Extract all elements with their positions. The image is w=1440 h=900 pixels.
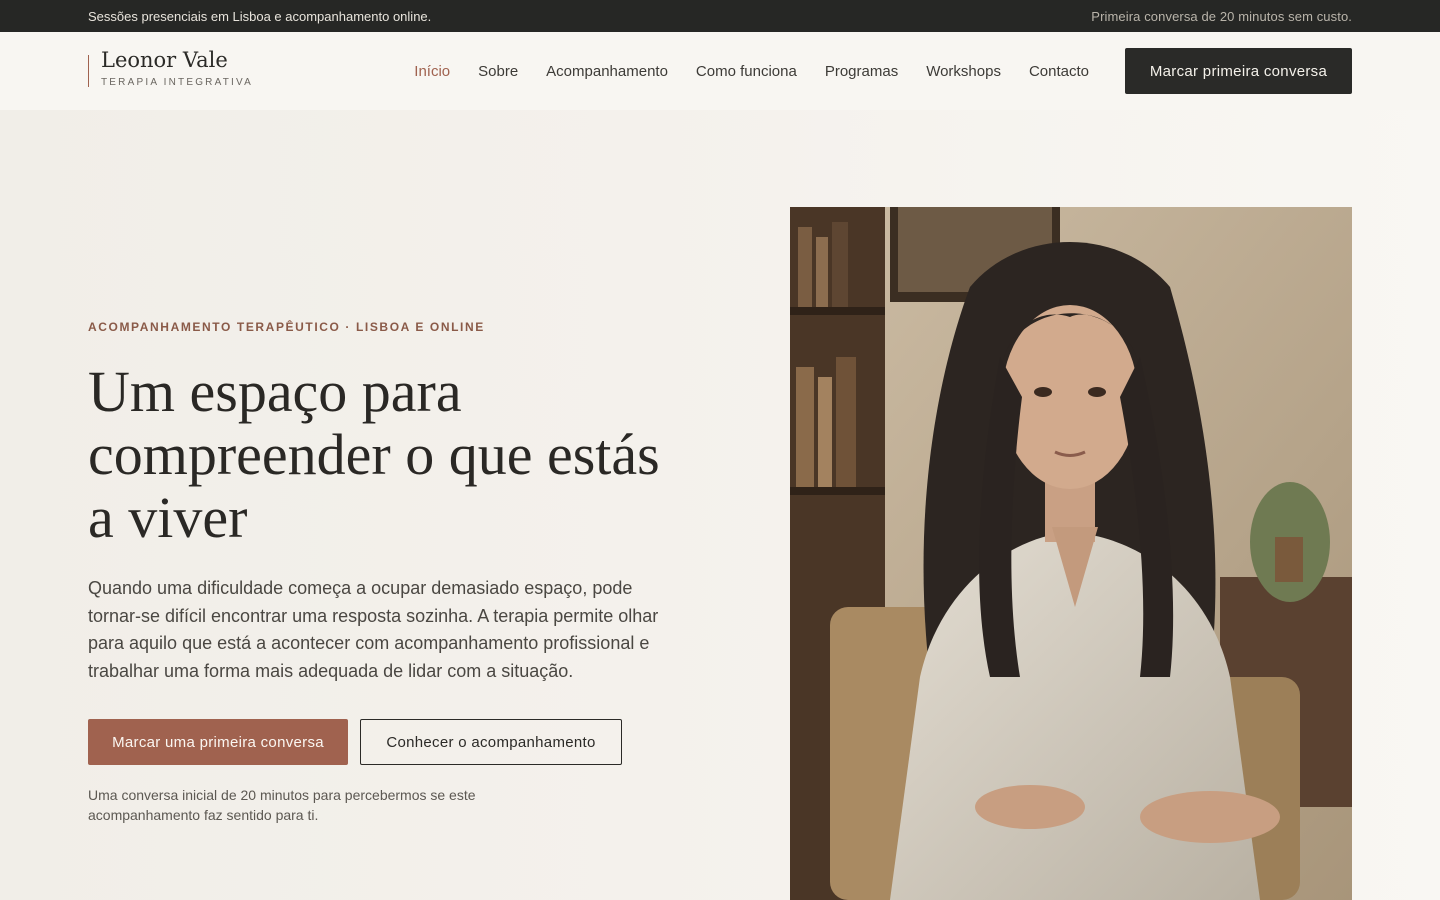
hero-eyebrow: ACOMPANHAMENTO TERAPÊUTICO · LISBOA E ON…: [88, 320, 485, 334]
hero-lead: Quando uma dificuldade começa a ocupar d…: [88, 578, 659, 681]
site-header: Leonor Vale TERAPIA INTEGRATIVA Início S…: [0, 32, 1440, 110]
nav-item-como-funciona[interactable]: Como funciona: [696, 63, 797, 80]
header-book-button[interactable]: Marcar primeira conversa: [1125, 48, 1352, 94]
nav-item-contacto[interactable]: Contacto: [1029, 63, 1089, 80]
announcement-left: Sessões presenciais em Lisboa e acompanh…: [88, 8, 432, 24]
brand-logo[interactable]: Leonor Vale TERAPIA INTEGRATIVA: [88, 49, 254, 88]
nav-item-inicio[interactable]: Início: [414, 63, 450, 80]
portrait-illustration: [790, 207, 1352, 900]
nav-item-programas[interactable]: Programas: [825, 63, 898, 80]
therapist-portrait-image: [790, 207, 1352, 900]
nav-item-acompanhamento[interactable]: Acompanhamento: [546, 63, 668, 80]
announcement-bar: Sessões presenciais em Lisboa e acompanh…: [0, 0, 1440, 32]
brand-tagline: TERAPIA INTEGRATIVA: [101, 76, 254, 88]
book-conversation-button[interactable]: Marcar uma primeira conversa: [88, 719, 348, 765]
main-nav: Início Sobre Acompanhamento Como funcion…: [414, 63, 1089, 80]
hero-headline: Um espaço para compreender o que estás a…: [88, 359, 660, 550]
nav-item-workshops[interactable]: Workshops: [926, 63, 1001, 80]
hero-note: Uma conversa inicial de 20 minutos para …: [88, 787, 476, 823]
learn-more-button[interactable]: Conhecer o acompanhamento: [360, 719, 622, 765]
announcement-right: Primeira conversa de 20 minutos sem cust…: [1091, 8, 1352, 24]
brand-name: Leonor Vale: [101, 47, 228, 72]
nav-item-sobre[interactable]: Sobre: [478, 63, 518, 80]
